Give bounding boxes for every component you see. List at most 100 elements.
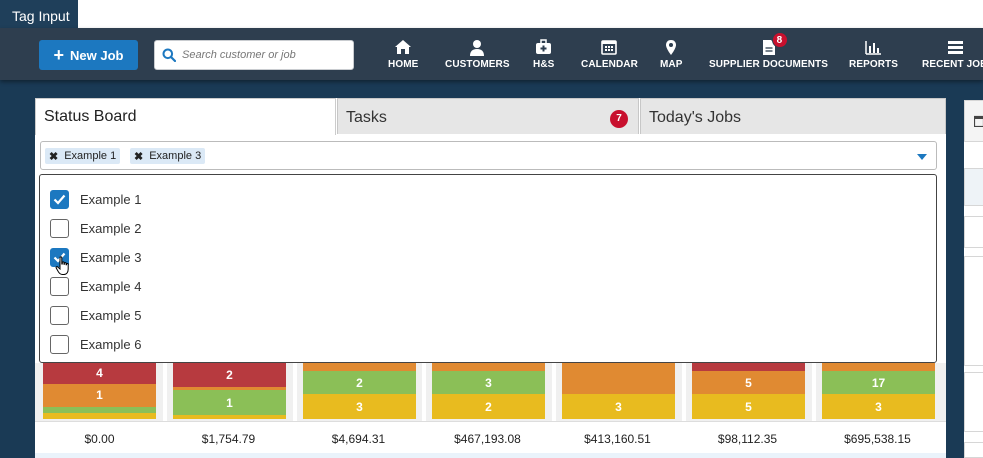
- option-example-6[interactable]: Example 6: [50, 334, 141, 354]
- list-icon: [948, 40, 963, 54]
- column-separator: [422, 363, 426, 421]
- column-separator: [682, 363, 686, 421]
- option-example-3[interactable]: Example 3: [50, 247, 141, 275]
- nav-label: RECENT JOBS: [922, 59, 983, 70]
- status-segment-yellow[interactable]: [43, 413, 156, 419]
- status-segment-orange[interactable]: [432, 363, 545, 371]
- new-job-button[interactable]: + New Job: [39, 40, 138, 70]
- nav-supplier-documents[interactable]: 8 SUPPLIER DOCUMENTS: [709, 32, 829, 74]
- nav-hs[interactable]: H&S: [533, 38, 554, 74]
- status-segment-yellow[interactable]: 3: [562, 394, 675, 419]
- status-segment-red[interactable]: 4: [43, 363, 156, 384]
- checkbox-unchecked[interactable]: [50, 276, 69, 296]
- status-column[interactable]: 55: [692, 363, 805, 419]
- tab-status-board[interactable]: Status Board: [35, 98, 336, 135]
- search-box[interactable]: [154, 40, 354, 70]
- status-segment-yellow[interactable]: [173, 415, 286, 419]
- search-input[interactable]: [182, 49, 347, 61]
- nav-map[interactable]: MAP: [660, 38, 683, 74]
- status-column[interactable]: 41: [43, 363, 156, 419]
- column-separator: [293, 363, 297, 421]
- tag-label: Example 1: [64, 150, 117, 162]
- remove-tag-icon[interactable]: ✖: [134, 150, 143, 163]
- top-nav-bar: + New Job HOME CUSTOMERS H&S CALENDAR: [0, 28, 983, 80]
- bar-chart-icon: [865, 40, 882, 55]
- remove-tag-icon[interactable]: ✖: [49, 150, 58, 163]
- hand-pointer-cursor-icon: [55, 255, 69, 275]
- checkbox-unchecked[interactable]: [50, 305, 69, 325]
- nav-label: REPORTS: [849, 59, 899, 70]
- option-label: Example 1: [80, 191, 142, 207]
- right-card-body: [964, 256, 983, 366]
- option-example-1[interactable]: Example 1: [50, 189, 141, 209]
- status-segment-green[interactable]: 17: [822, 370, 935, 395]
- calendar-icon: [601, 40, 618, 55]
- new-job-label: New Job: [70, 47, 124, 63]
- status-segment-yellow[interactable]: 3: [303, 394, 416, 419]
- nav-recent-jobs[interactable]: RECENT JOBS: [922, 38, 983, 74]
- right-card-body-3: [964, 442, 983, 458]
- calendar-icon: [973, 115, 983, 128]
- status-column[interactable]: 21: [173, 363, 286, 419]
- right-card-calendar[interactable]: [964, 100, 983, 142]
- column-total: $695,538.15: [844, 432, 911, 446]
- status-column[interactable]: 32: [432, 363, 545, 419]
- tasks-count-badge: 7: [610, 110, 628, 128]
- checkbox-unchecked[interactable]: [50, 334, 69, 354]
- tag-input[interactable]: ✖ Example 1 ✖ Example 3: [40, 141, 937, 170]
- tab-label: Tasks: [346, 109, 387, 126]
- status-segment-orange[interactable]: [562, 363, 675, 394]
- tab-todays-jobs[interactable]: Today's Jobs: [640, 98, 946, 134]
- option-example-2[interactable]: Example 2: [50, 218, 141, 238]
- option-label: Example 4: [80, 278, 142, 294]
- column-total: $0.00: [84, 432, 115, 446]
- map-pin-icon: [666, 39, 677, 55]
- tab-tasks[interactable]: Tasks 7: [337, 98, 639, 134]
- window-title-tab[interactable]: Tag Input: [0, 0, 78, 30]
- tag-label: Example 3: [149, 150, 202, 162]
- check-icon: [53, 194, 66, 205]
- right-card-body-2: [964, 372, 983, 432]
- status-segment-orange[interactable]: 1: [43, 383, 156, 408]
- nav-label: CUSTOMERS: [445, 59, 510, 70]
- right-sidebar-partial: [964, 100, 983, 458]
- column-total: $4,694.31: [331, 432, 386, 446]
- checkbox-checked[interactable]: [50, 189, 69, 209]
- right-card-input[interactable]: [964, 216, 983, 248]
- option-example-5[interactable]: Example 5: [50, 305, 141, 325]
- status-segment-yellow[interactable]: 3: [822, 394, 935, 419]
- nav-label: SUPPLIER DOCUMENTS: [709, 59, 829, 70]
- nav-label: CALENDAR: [581, 59, 638, 70]
- status-segment-yellow[interactable]: 5: [692, 394, 805, 419]
- nav-customers[interactable]: CUSTOMERS: [445, 38, 510, 74]
- panel-bottom-strip: [35, 453, 946, 458]
- column-separator: [812, 363, 816, 421]
- option-example-4[interactable]: Example 4: [50, 276, 141, 296]
- status-segment-orange[interactable]: [303, 363, 416, 371]
- status-segment-green[interactable]: 2: [303, 370, 416, 395]
- nav-calendar[interactable]: CALENDAR: [581, 38, 638, 74]
- status-segment-orange[interactable]: 5: [692, 370, 805, 395]
- status-segment-red[interactable]: 2: [173, 363, 286, 387]
- nav-label: MAP: [660, 59, 683, 70]
- status-column[interactable]: 3: [562, 363, 675, 419]
- status-column[interactable]: 23: [303, 363, 416, 419]
- status-segment-green[interactable]: 3: [432, 370, 545, 395]
- status-segment-yellow[interactable]: 2: [432, 394, 545, 419]
- user-icon: [470, 39, 485, 56]
- tag-options-dropdown: Example 1 Example 2 Example 3 Example 4 …: [39, 174, 937, 363]
- nav-label: HOME: [388, 59, 419, 70]
- status-segment-red[interactable]: [692, 363, 805, 371]
- column-total: $98,112.35: [717, 432, 778, 446]
- status-segment-orange[interactable]: [822, 363, 935, 371]
- status-segment-green[interactable]: 1: [173, 390, 286, 415]
- checkbox-checked[interactable]: [50, 247, 69, 275]
- checkbox-unchecked[interactable]: [50, 218, 69, 238]
- nav-reports[interactable]: REPORTS: [849, 38, 898, 74]
- dropdown-caret-icon[interactable]: [917, 154, 927, 160]
- status-totals-row: $0.00 $1,754.79 $4,694.31 $467,193.08 $413,1…: [35, 421, 946, 453]
- column-total: $1,754.79: [201, 432, 256, 446]
- tag-chip: ✖ Example 1: [45, 148, 121, 164]
- status-column[interactable]: 17 3: [822, 363, 935, 419]
- nav-home[interactable]: HOME: [388, 38, 418, 74]
